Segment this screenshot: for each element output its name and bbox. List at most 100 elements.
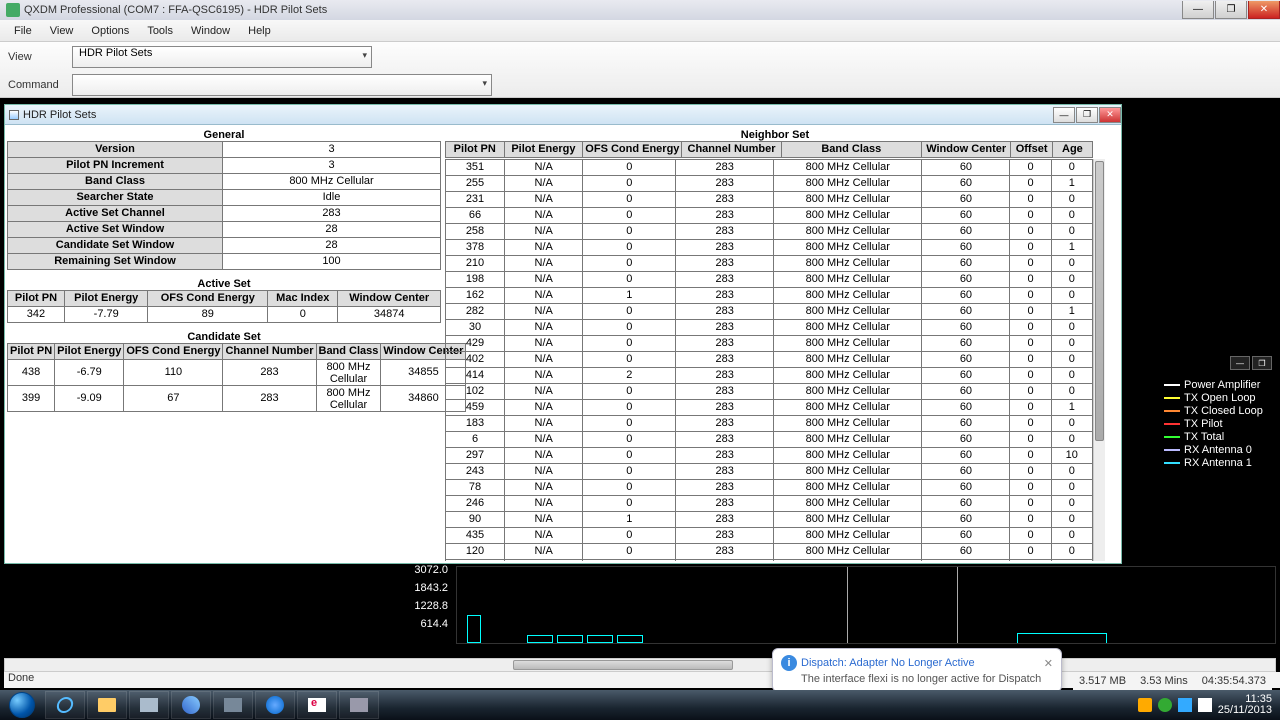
taskbar-app5[interactable]: e [297, 691, 337, 719]
candidate-set-table: Pilot PNPilot EnergyOFS Cond EnergyChann… [7, 343, 466, 412]
table-row: 297N/A0283800 MHz Cellular60010 [446, 448, 1093, 464]
general-title: General [7, 129, 441, 141]
toolbar: View HDR Pilot Sets Command [0, 42, 1280, 98]
neighbor-set-table: 351N/A0283800 MHz Cellular6000255N/A0283… [445, 159, 1093, 561]
menu-options[interactable]: Options [83, 23, 137, 39]
minimize-button[interactable]: — [1182, 1, 1214, 19]
taskbar-app6[interactable] [339, 691, 379, 719]
view-select[interactable]: HDR Pilot Sets [72, 46, 372, 68]
table-row: Active Set Channel283 [8, 206, 441, 222]
y-tick: 1843.2 [414, 582, 448, 594]
start-button[interactable] [0, 690, 44, 720]
taskbar-app3[interactable] [213, 691, 253, 719]
balloon-message: The interface flexi is no longer active … [801, 673, 1053, 685]
legend-item: TX Pilot [1124, 418, 1272, 430]
table-row: 162N/A1283800 MHz Cellular6000 [446, 288, 1093, 304]
tray-icon[interactable] [1138, 698, 1152, 712]
table-row: Searcher StateIdle [8, 190, 441, 206]
table-row: 429N/A0283800 MHz Cellular6000 [446, 336, 1093, 352]
hscroll-thumb[interactable] [513, 660, 733, 670]
legend-maximize-button[interactable]: ❐ [1252, 356, 1272, 370]
window-titlebar: QXDM Professional (COM7 : FFA-QSC6195) -… [0, 0, 1280, 20]
subwindow-title: HDR Pilot Sets [23, 109, 1052, 121]
table-row: Version3 [8, 142, 441, 158]
table-row: 198N/A0283800 MHz Cellular6000 [446, 272, 1093, 288]
maximize-button[interactable]: ❐ [1215, 1, 1247, 19]
table-row: 183N/A0283800 MHz Cellular6000 [446, 416, 1093, 432]
taskbar-clock[interactable]: 11:35 25/11/2013 [1218, 694, 1272, 716]
table-row: 255N/A0283800 MHz Cellular6001 [446, 176, 1093, 192]
subwin-minimize-button[interactable]: — [1053, 107, 1075, 123]
y-tick: 3072.0 [414, 564, 448, 576]
horizontal-scrollbar[interactable] [4, 658, 1276, 672]
menu-window[interactable]: Window [183, 23, 238, 39]
menu-help[interactable]: Help [240, 23, 279, 39]
table-row: 231N/A0283800 MHz Cellular6000 [446, 192, 1093, 208]
taskbar: e 11:35 25/11/2013 [0, 690, 1280, 720]
table-row: 90N/A1283800 MHz Cellular6000 [446, 512, 1093, 528]
cursor-line-2 [957, 567, 958, 643]
table-row: 243N/A0283800 MHz Cellular6000 [446, 464, 1093, 480]
bar [467, 615, 481, 643]
footer-timer: 04:35:54.373 [1202, 675, 1266, 687]
table-row: 210N/A0283800 MHz Cellular6000 [446, 256, 1093, 272]
subwindow-titlebar[interactable]: HDR Pilot Sets — ❐ ✕ [5, 105, 1121, 125]
close-button[interactable]: ✕ [1248, 1, 1280, 19]
subwindow-icon [9, 110, 19, 120]
hdr-pilot-sets-window: HDR Pilot Sets — ❐ ✕ General Version3Pil… [4, 104, 1122, 564]
table-row: 30N/A0283800 MHz Cellular6000 [446, 320, 1093, 336]
window-title: QXDM Professional (COM7 : FFA-QSC6195) -… [24, 4, 1181, 16]
app-icon [6, 3, 20, 17]
table-row: 342-7.7989034874 [8, 307, 441, 323]
menu-file[interactable]: File [6, 23, 40, 39]
taskbar-explorer[interactable] [87, 691, 127, 719]
info-icon: i [781, 655, 797, 671]
tray-volume-icon[interactable] [1198, 698, 1212, 712]
legend-item: RX Antenna 0 [1124, 444, 1272, 456]
subwin-maximize-button[interactable]: ❐ [1076, 107, 1098, 123]
table-row: 42N/A0283800 MHz Cellular6001 [446, 560, 1093, 562]
taskbar-ie[interactable] [45, 691, 85, 719]
neighbor-scrollbar[interactable] [1093, 159, 1105, 561]
notification-balloon: i Dispatch: Adapter No Longer Active ✕ T… [772, 648, 1062, 692]
table-row: 78N/A0283800 MHz Cellular6000 [446, 480, 1093, 496]
table-row: 246N/A0283800 MHz Cellular6000 [446, 496, 1093, 512]
clock-date: 25/11/2013 [1218, 705, 1272, 716]
table-row: 378N/A0283800 MHz Cellular6001 [446, 240, 1093, 256]
table-row: Band Class800 MHz Cellular [8, 174, 441, 190]
y-tick: 1228.8 [414, 600, 448, 612]
command-select[interactable] [72, 74, 492, 96]
y-tick: 614.4 [420, 618, 448, 630]
menu-view[interactable]: View [42, 23, 82, 39]
legend-minimize-button[interactable]: — [1230, 356, 1250, 370]
taskbar-app2[interactable] [171, 691, 211, 719]
menu-tools[interactable]: Tools [139, 23, 181, 39]
legend-item: RX Antenna 1 [1124, 457, 1272, 469]
table-row: Pilot PN Increment3 [8, 158, 441, 174]
table-row: 102N/A0283800 MHz Cellular6000 [446, 384, 1093, 400]
status-text: Done [8, 672, 34, 684]
table-row: 414N/A2283800 MHz Cellular6000 [446, 368, 1093, 384]
neighbor-set-title: Neighbor Set [445, 129, 1105, 141]
taskbar-app4[interactable] [255, 691, 295, 719]
system-tray[interactable]: 11:35 25/11/2013 [1138, 694, 1280, 716]
taskbar-app1[interactable] [129, 691, 169, 719]
tray-icon[interactable] [1178, 698, 1192, 712]
windows-orb-icon [9, 692, 35, 718]
bar [557, 635, 583, 643]
plot-area [456, 566, 1276, 644]
table-row: 402N/A0283800 MHz Cellular6000 [446, 352, 1093, 368]
table-row: 66N/A0283800 MHz Cellular6000 [446, 208, 1093, 224]
subwin-close-button[interactable]: ✕ [1099, 107, 1121, 123]
active-set-title: Active Set [7, 278, 441, 290]
menubar: FileViewOptionsToolsWindowHelp [0, 20, 1280, 42]
table-row: Remaining Set Window100 [8, 254, 441, 270]
tray-icon[interactable] [1158, 698, 1172, 712]
view-label: View [8, 51, 68, 63]
balloon-close-button[interactable]: ✕ [1044, 657, 1053, 670]
table-row: Active Set Window28 [8, 222, 441, 238]
scrollbar-thumb[interactable] [1095, 161, 1104, 441]
footer-mins: 3.53 Mins [1140, 675, 1188, 687]
table-row: 282N/A0283800 MHz Cellular6001 [446, 304, 1093, 320]
bar [527, 635, 553, 643]
